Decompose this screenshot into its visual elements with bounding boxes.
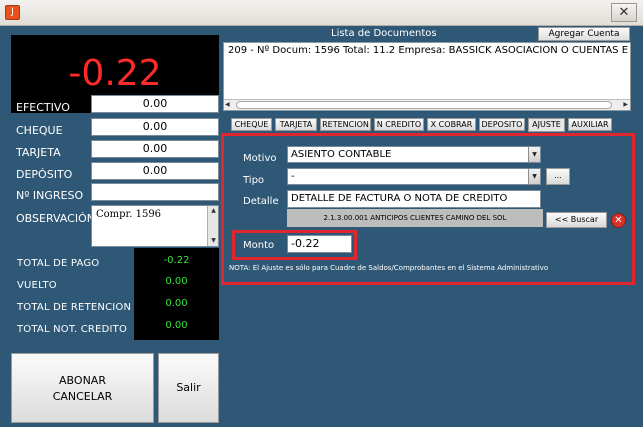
account-display: 2.1.3.00.001 ANTICIPOS CLIENTES CAMINO D… bbox=[287, 209, 543, 227]
cheque-label: CHEQUE bbox=[16, 124, 63, 137]
cancelar-label: CANCELAR bbox=[52, 390, 113, 403]
deposito-field[interactable]: 0.00 bbox=[91, 162, 219, 180]
documents-list[interactable]: 209 - Nº Docum: 1596 Total: 11.2 Empresa… bbox=[223, 42, 631, 111]
abonar-cancelar-button[interactable]: ABONAR CANCELAR bbox=[11, 353, 154, 423]
tarjeta-field[interactable]: 0.00 bbox=[91, 140, 219, 158]
ajuste-note: NOTA: El Ajuste es sólo para Cuadre de S… bbox=[229, 264, 549, 272]
list-item[interactable]: 209 - Nº Docum: 1596 Total: 11.2 Empresa… bbox=[228, 45, 628, 56]
motivo-label: Motivo bbox=[243, 153, 277, 164]
documents-title: Lista de Documentos bbox=[331, 28, 437, 39]
total-retencion-value: 0.00 bbox=[165, 298, 188, 309]
add-account-button[interactable]: Agregar Cuenta bbox=[538, 27, 630, 41]
total-nota-credito-label: TOTAL NOT. CREDITO bbox=[17, 324, 128, 335]
deposito-label: DEPÓSITO bbox=[16, 168, 73, 181]
total-nota-credito-value: 0.00 bbox=[165, 320, 188, 331]
app-icon: J bbox=[5, 5, 20, 20]
total-retencion-label: TOTAL DE RETENCION bbox=[17, 302, 132, 313]
abonar-label: ABONAR bbox=[59, 374, 106, 387]
window-titlebar: J ✕ bbox=[0, 0, 643, 26]
scroll-thumb[interactable] bbox=[236, 101, 612, 109]
scroll-down-icon[interactable]: ▼ bbox=[208, 236, 219, 246]
observacion-textarea[interactable]: Compr. 1596 ▲ ▼ bbox=[91, 205, 219, 247]
documents-hscrollbar[interactable]: ◀ ▶ bbox=[224, 99, 630, 110]
tab-x-cobrar[interactable]: X COBRAR bbox=[427, 118, 476, 131]
tab-retencion[interactable]: RETENCION bbox=[320, 118, 371, 131]
motivo-select[interactable]: ASIENTO CONTABLE ▼ bbox=[287, 146, 541, 163]
ingreso-field[interactable] bbox=[91, 183, 219, 201]
observacion-scrollbar[interactable]: ▲ ▼ bbox=[207, 206, 218, 246]
vuelto-label: VUELTO bbox=[17, 280, 57, 291]
tab-deposito[interactable]: DEPOSITO bbox=[479, 118, 525, 131]
observacion-label: OBSERVACIÓN bbox=[16, 212, 95, 225]
detalle-field[interactable]: DETALLE DE FACTURA O NOTA DE CREDITO bbox=[287, 190, 541, 208]
close-button[interactable]: ✕ bbox=[611, 3, 637, 22]
total-pago-label: TOTAL DE PAGO bbox=[17, 258, 100, 269]
scroll-left-icon[interactable]: ◀ bbox=[225, 100, 230, 110]
vuelto-value: 0.00 bbox=[165, 276, 188, 287]
scroll-up-icon[interactable]: ▲ bbox=[208, 206, 219, 216]
monto-label: Monto bbox=[243, 240, 275, 251]
tab-ajuste[interactable]: AJUSTE bbox=[528, 118, 565, 132]
clear-icon[interactable]: ✕ bbox=[611, 213, 626, 228]
tipo-browse-button[interactable]: ... bbox=[546, 168, 570, 185]
motivo-value: ASIENTO CONTABLE bbox=[291, 149, 392, 160]
main-panel: -0.22 EFECTIVO 0.00 CHEQUE 0.00 TARJETA … bbox=[0, 26, 643, 427]
scroll-right-icon[interactable]: ▶ bbox=[623, 100, 628, 110]
tab-cheque[interactable]: CHEQUE bbox=[231, 118, 272, 131]
tipo-value: - bbox=[291, 171, 295, 182]
efectivo-field[interactable]: 0.00 bbox=[91, 95, 219, 113]
tab-nota-credito[interactable]: N CREDITO bbox=[374, 118, 424, 131]
detalle-label: Detalle bbox=[243, 196, 279, 207]
tab-auxiliar[interactable]: AUXILIAR bbox=[568, 118, 612, 131]
tarjeta-label: TARJETA bbox=[16, 146, 61, 159]
ingreso-label: Nº INGRESO bbox=[16, 189, 84, 202]
salir-button[interactable]: Salir bbox=[158, 353, 219, 423]
total-pago-value: -0.22 bbox=[163, 255, 190, 266]
monto-field[interactable]: -0.22 bbox=[287, 235, 352, 253]
tipo-label: Tipo bbox=[243, 175, 265, 186]
cheque-field[interactable]: 0.00 bbox=[91, 118, 219, 136]
tipo-select[interactable]: - ▼ bbox=[287, 168, 541, 185]
chevron-down-icon[interactable]: ▼ bbox=[528, 169, 540, 184]
observacion-text: Compr. 1596 bbox=[96, 209, 162, 220]
tab-tarjeta[interactable]: TARJETA bbox=[275, 118, 317, 131]
buscar-button[interactable]: << Buscar bbox=[546, 212, 607, 228]
chevron-down-icon[interactable]: ▼ bbox=[528, 147, 540, 162]
efectivo-label: EFECTIVO bbox=[16, 101, 70, 114]
